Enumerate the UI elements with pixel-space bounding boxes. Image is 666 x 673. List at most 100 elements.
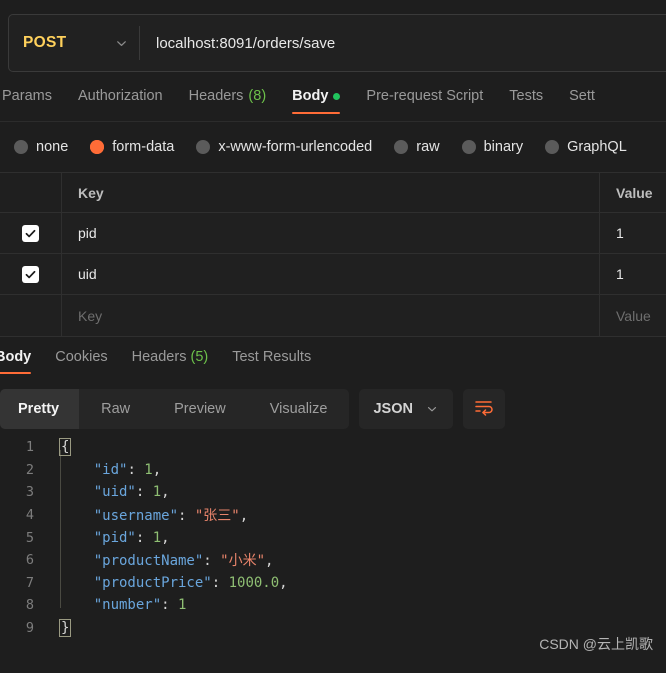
body-type-graphql-label: GraphQL <box>567 139 627 155</box>
tab-tests[interactable]: Tests <box>509 84 543 114</box>
response-tab-cookies-label: Cookies <box>55 349 108 365</box>
response-tab-test-results[interactable]: Test Results <box>232 347 311 374</box>
code-token-num: 1 <box>152 484 162 501</box>
response-tab-body[interactable]: Body <box>0 347 32 374</box>
code-token-p: : <box>161 597 179 614</box>
tab-tests-label: Tests <box>509 88 544 104</box>
code-token-num: 1 <box>152 529 162 546</box>
response-tab-headers[interactable]: Headers (5) <box>132 347 209 374</box>
tab-pre-request-script-label: Pre-request Script <box>366 88 484 104</box>
view-mode-pretty[interactable]: Pretty <box>0 389 80 429</box>
code-line-text: "uid": 1, <box>46 484 170 500</box>
code-line: 4 "username": "张三", <box>0 504 666 527</box>
row-key-placeholder: Key <box>78 307 103 324</box>
row-key-cell[interactable]: uid <box>62 254 600 294</box>
response-format-label: JSON <box>373 401 413 417</box>
watermark-text: CSDN @云上凯歌 <box>539 636 653 652</box>
code-token-p <box>60 508 94 524</box>
url-input[interactable]: localhost:8091/orders/save <box>140 35 335 52</box>
table-row[interactable]: pid 1 <box>0 213 666 254</box>
form-data-table: Key Value pid 1 uid 1 Key Value <box>0 172 666 337</box>
radio-icon <box>14 140 28 154</box>
view-mode-visualize[interactable]: Visualize <box>248 389 350 429</box>
code-token-k: "id" <box>93 461 128 478</box>
row-key-text: pid <box>78 225 97 241</box>
code-token-p: , <box>239 508 249 525</box>
tab-params-label: Params <box>2 88 52 104</box>
tab-body[interactable]: Body <box>292 84 341 114</box>
word-wrap-toggle-button[interactable] <box>462 389 505 429</box>
code-token-p: , <box>279 574 288 591</box>
postman-window: POST localhost:8091/orders/save Params A… <box>0 0 666 673</box>
row-checkbox-cell[interactable] <box>0 213 62 253</box>
checkbox-checked-icon[interactable] <box>22 265 39 283</box>
chevron-down-icon <box>114 36 129 51</box>
line-number: 2 <box>25 461 34 478</box>
body-type-binary-label: binary <box>483 139 524 155</box>
brace-match-highlight: } <box>59 619 72 638</box>
row-value-cell[interactable]: 1 <box>600 213 666 253</box>
code-line: 5 "pid": 1, <box>0 526 666 549</box>
code-token-str: "小米" <box>220 553 266 570</box>
line-number: 8 <box>25 597 34 614</box>
response-format-dropdown[interactable]: JSON <box>359 389 453 429</box>
row-value-cell[interactable]: 1 <box>600 254 666 294</box>
tab-authorization[interactable]: Authorization <box>78 84 163 114</box>
line-number: 7 <box>25 574 34 591</box>
code-token-p: , <box>161 529 170 546</box>
row-checkbox-cell[interactable] <box>0 254 62 294</box>
code-token-p: : <box>178 508 195 525</box>
tab-settings[interactable]: Sett <box>569 84 595 114</box>
code-line-text: "id": 1, <box>46 462 161 478</box>
code-line: 6 "productName": "小米", <box>0 549 666 572</box>
table-header-row: Key Value <box>0 173 666 213</box>
header-cell-check <box>0 173 62 212</box>
row-key-cell[interactable]: Key <box>62 295 600 336</box>
body-type-graphql[interactable]: GraphQL <box>545 139 627 155</box>
body-type-none[interactable]: none <box>14 139 68 155</box>
radio-icon <box>196 140 211 154</box>
code-token-p: , <box>152 461 162 478</box>
code-token-p: : <box>127 461 145 478</box>
row-key-cell[interactable]: pid <box>62 213 600 253</box>
code-token-k: "productPrice" <box>93 574 212 591</box>
url-bar-region: POST localhost:8091/orders/save <box>0 14 666 72</box>
code-line: 8 "number": 1 <box>0 594 666 617</box>
body-type-urlencoded[interactable]: x-www-form-urlencoded <box>196 139 372 155</box>
tab-params[interactable]: Params <box>2 84 52 114</box>
tab-authorization-label: Authorization <box>77 88 163 104</box>
code-token-k: "username" <box>93 508 179 525</box>
url-bar: POST localhost:8091/orders/save <box>8 14 666 72</box>
checkbox-checked-icon[interactable] <box>22 224 39 242</box>
http-method-selector[interactable]: POST <box>9 15 139 71</box>
code-line: 7 "productPrice": 1000.0, <box>0 572 666 595</box>
row-value-text: 1 <box>616 266 624 282</box>
chevron-down-icon <box>425 402 439 416</box>
table-row[interactable]: uid 1 <box>0 254 666 295</box>
view-mode-preview[interactable]: Preview <box>152 389 248 429</box>
request-tab-bar: Params Authorization Headers (8) Body Pr… <box>0 84 666 122</box>
code-token-num: 1000.0 <box>228 574 280 591</box>
code-token-str: "张三" <box>194 508 240 525</box>
row-checkbox-cell[interactable] <box>0 295 62 336</box>
view-mode-segmented-control: Pretty Raw Preview Visualize <box>0 389 350 429</box>
tab-headers[interactable]: Headers (8) <box>189 84 267 114</box>
body-type-raw[interactable]: raw <box>394 139 440 155</box>
code-token-p <box>60 575 94 591</box>
view-mode-pretty-label: Pretty <box>18 401 60 417</box>
response-tab-cookies[interactable]: Cookies <box>55 347 107 374</box>
word-wrap-icon <box>474 398 494 421</box>
body-type-form-data[interactable]: form-data <box>90 139 174 155</box>
row-key-text: uid <box>78 266 97 282</box>
line-number: 9 <box>25 620 34 637</box>
code-token-p: , <box>161 484 170 501</box>
view-mode-raw[interactable]: Raw <box>79 389 152 429</box>
code-token-p: , <box>265 553 274 570</box>
brace-match-highlight: { <box>59 438 72 457</box>
tab-pre-request-script[interactable]: Pre-request Script <box>366 84 483 114</box>
response-viewer-toolbar: Pretty Raw Preview Visualize JSON <box>0 388 666 430</box>
row-value-cell[interactable]: Value <box>600 295 666 336</box>
body-type-binary[interactable]: binary <box>461 139 524 155</box>
line-number: 6 <box>25 552 34 569</box>
table-row-empty[interactable]: Key Value <box>0 295 666 336</box>
